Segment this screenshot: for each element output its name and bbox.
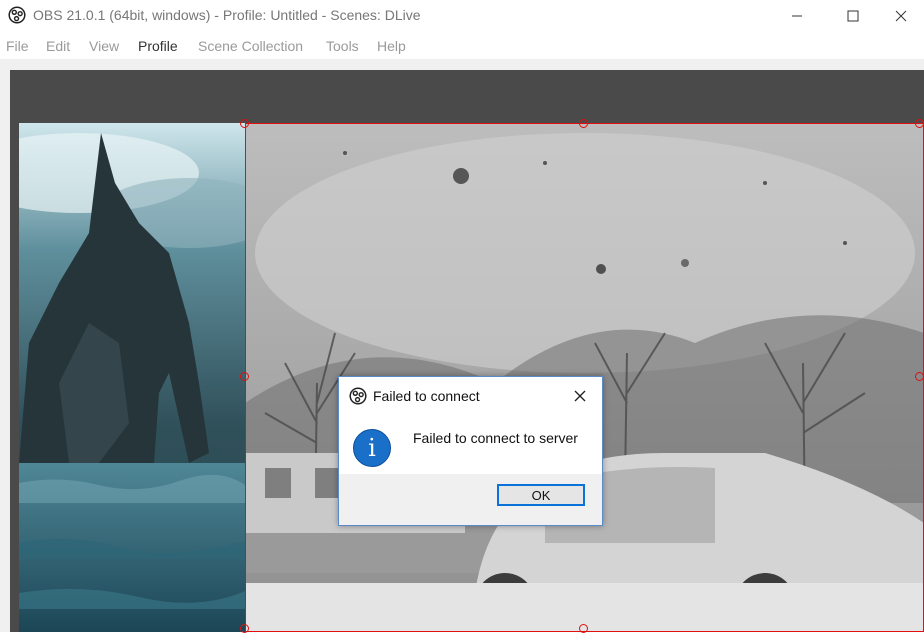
info-icon: i [353, 429, 391, 467]
close-icon [895, 10, 907, 21]
failed-to-connect-dialog: Failed to connect i Failed to connect to… [338, 376, 603, 526]
menu-view[interactable]: View [89, 38, 119, 54]
info-icon-glyph: i [368, 434, 376, 462]
dialog-title: Failed to connect [373, 388, 480, 404]
menu-edit[interactable]: Edit [46, 38, 70, 54]
maximize-icon [847, 10, 859, 21]
dialog-close-button[interactable] [567, 383, 593, 409]
ok-button[interactable]: OK [497, 484, 585, 506]
window-title: OBS 21.0.1 (64bit, windows) - Profile: U… [33, 7, 421, 23]
resize-handle-top-left[interactable] [240, 119, 249, 128]
dialog-footer: OK [339, 474, 602, 525]
resize-handle-top[interactable] [579, 119, 588, 128]
dialog-message: Failed to connect to server [413, 430, 578, 446]
resize-handle-top-right[interactable] [915, 119, 924, 128]
obs-logo-icon [8, 6, 26, 24]
stormy-sea-rock-image[interactable] [19, 123, 245, 632]
menu-profile[interactable]: Profile [138, 38, 178, 54]
menu-scene-collection[interactable]: Scene Collection [198, 38, 303, 54]
close-button[interactable] [878, 0, 924, 31]
close-icon [574, 390, 586, 402]
minimize-button[interactable] [774, 0, 820, 31]
menu-help[interactable]: Help [377, 38, 406, 54]
title-bar: OBS 21.0.1 (64bit, windows) - Profile: U… [0, 0, 924, 31]
maximize-button[interactable] [830, 0, 876, 31]
obs-logo-icon [349, 387, 367, 405]
menu-file[interactable]: File [6, 38, 29, 54]
menu-tools[interactable]: Tools [326, 38, 359, 54]
minimize-icon [792, 15, 802, 16]
menu-bar: File Edit View Profile Scene Collection … [0, 31, 924, 59]
resize-handle-right[interactable] [915, 372, 924, 381]
resize-handle-left[interactable] [240, 372, 249, 381]
